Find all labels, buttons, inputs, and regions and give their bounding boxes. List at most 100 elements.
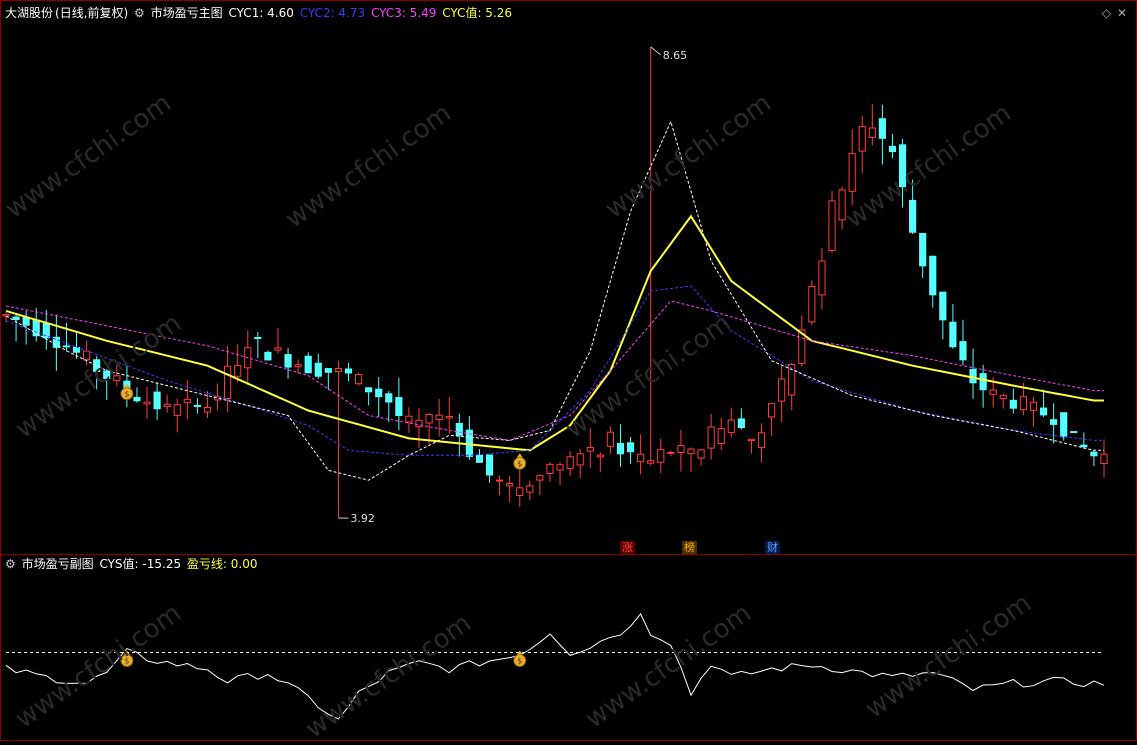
candle-body <box>1050 419 1058 425</box>
candle-body <box>405 415 413 423</box>
candle-body <box>727 419 735 434</box>
candle-body <box>596 454 604 458</box>
candle-body <box>616 443 625 455</box>
candle-body <box>818 260 826 296</box>
candle-body <box>455 422 463 436</box>
period-label: (日线,前复权) <box>55 6 129 20</box>
candle-body <box>153 391 161 410</box>
main-legend: 大湖股份 (日线,前复权) ⚙ 市场盈亏主图 CYC1: 4.60 CYC2: 4… <box>5 6 516 20</box>
candle-body <box>274 347 282 351</box>
candle-body <box>919 232 927 267</box>
candle-body <box>103 370 111 380</box>
candle-body <box>506 482 514 487</box>
candle-body <box>888 145 897 153</box>
candle-body <box>203 406 212 413</box>
event-tag[interactable]: 榜 <box>682 541 697 554</box>
candle-body <box>314 362 322 377</box>
diamond-icon[interactable]: ◇ <box>1102 6 1111 20</box>
sub-legend-item: 盈亏线: 0.00 <box>186 557 258 571</box>
candle-body <box>808 286 816 323</box>
candle-body <box>909 199 917 233</box>
sub-indicator-name[interactable]: 市场盈亏副图 <box>22 557 94 571</box>
svg-text:$: $ <box>124 657 129 666</box>
candle-body <box>586 447 594 452</box>
candle[interactable] <box>808 280 816 326</box>
candle[interactable] <box>1070 431 1078 434</box>
svg-text:$: $ <box>517 459 522 468</box>
svg-text:$: $ <box>517 657 522 666</box>
candle-body <box>647 460 655 464</box>
candle-body <box>485 454 494 476</box>
candle-body <box>707 426 715 449</box>
candle-body <box>576 453 584 466</box>
candle-body <box>757 432 766 449</box>
candle-body <box>93 359 101 372</box>
candle-body <box>1029 401 1038 411</box>
candle-body <box>606 431 614 447</box>
event-tag[interactable]: 涨 <box>620 541 635 554</box>
candle-body <box>717 428 725 444</box>
candle-body <box>566 456 574 469</box>
candle-body <box>959 341 967 361</box>
candle-body <box>32 319 40 337</box>
main-legend-item: CYC1: 4.60 <box>228 6 298 20</box>
candle-body <box>193 404 201 407</box>
candle-body <box>12 316 20 320</box>
candle-body <box>234 365 242 377</box>
candle-body <box>294 364 302 368</box>
candle-body <box>385 393 393 403</box>
candle-body <box>989 389 997 395</box>
event-tag[interactable]: 财 <box>765 541 780 554</box>
candle-body <box>667 451 675 454</box>
sub-legend: ⚙ 市场盈亏副图 CYS值: -15.25 盈亏线: 0.00 <box>5 557 262 571</box>
candle-body <box>1009 399 1017 409</box>
settings-icon[interactable]: ⚙ <box>5 557 16 571</box>
candle-body <box>2 314 10 317</box>
close-icon[interactable]: ✕ <box>1117 6 1127 20</box>
candle-body <box>778 378 786 402</box>
settings-icon[interactable]: ⚙ <box>134 6 145 20</box>
candle-body <box>415 419 423 428</box>
candle-body <box>737 418 745 429</box>
candle-body <box>475 454 484 463</box>
candle-body <box>1070 431 1078 434</box>
stock-name: 大湖股份 <box>5 6 54 20</box>
candle-body <box>1060 412 1068 438</box>
candle-body <box>546 463 554 475</box>
candle-body <box>526 485 534 493</box>
candle-body <box>979 373 987 391</box>
candle-body <box>626 442 635 453</box>
candle-body <box>898 144 907 188</box>
candle-body <box>687 448 695 455</box>
candle-body <box>878 118 886 139</box>
candle-body <box>929 255 937 296</box>
candle-body <box>183 398 191 404</box>
candle-body <box>516 487 524 497</box>
candle-body <box>848 153 856 192</box>
candle[interactable] <box>264 350 272 361</box>
candle-body <box>1100 453 1108 464</box>
candle-body <box>435 414 443 420</box>
candle-body <box>173 404 181 416</box>
candle-body <box>62 345 71 348</box>
candle-body <box>143 401 151 405</box>
candle-body <box>334 368 343 373</box>
candle[interactable] <box>354 372 363 386</box>
candle-body <box>304 355 312 374</box>
svg-text:$: $ <box>124 390 129 399</box>
candle-body <box>1080 444 1088 448</box>
candle-body <box>838 189 846 221</box>
candle-body <box>1019 396 1028 411</box>
candle-body <box>969 368 977 384</box>
window-controls: ◇ ✕ <box>1102 6 1129 20</box>
candle-body <box>657 449 665 463</box>
candle-body <box>939 291 947 321</box>
candle-body <box>1090 451 1098 457</box>
main-indicator-name[interactable]: 市场盈亏主图 <box>151 6 223 20</box>
candle-body <box>133 396 141 402</box>
candle-body <box>264 351 272 361</box>
candle-body <box>425 413 433 424</box>
candle-body <box>284 354 292 368</box>
candle-body <box>324 368 332 373</box>
candle-body <box>344 368 353 374</box>
